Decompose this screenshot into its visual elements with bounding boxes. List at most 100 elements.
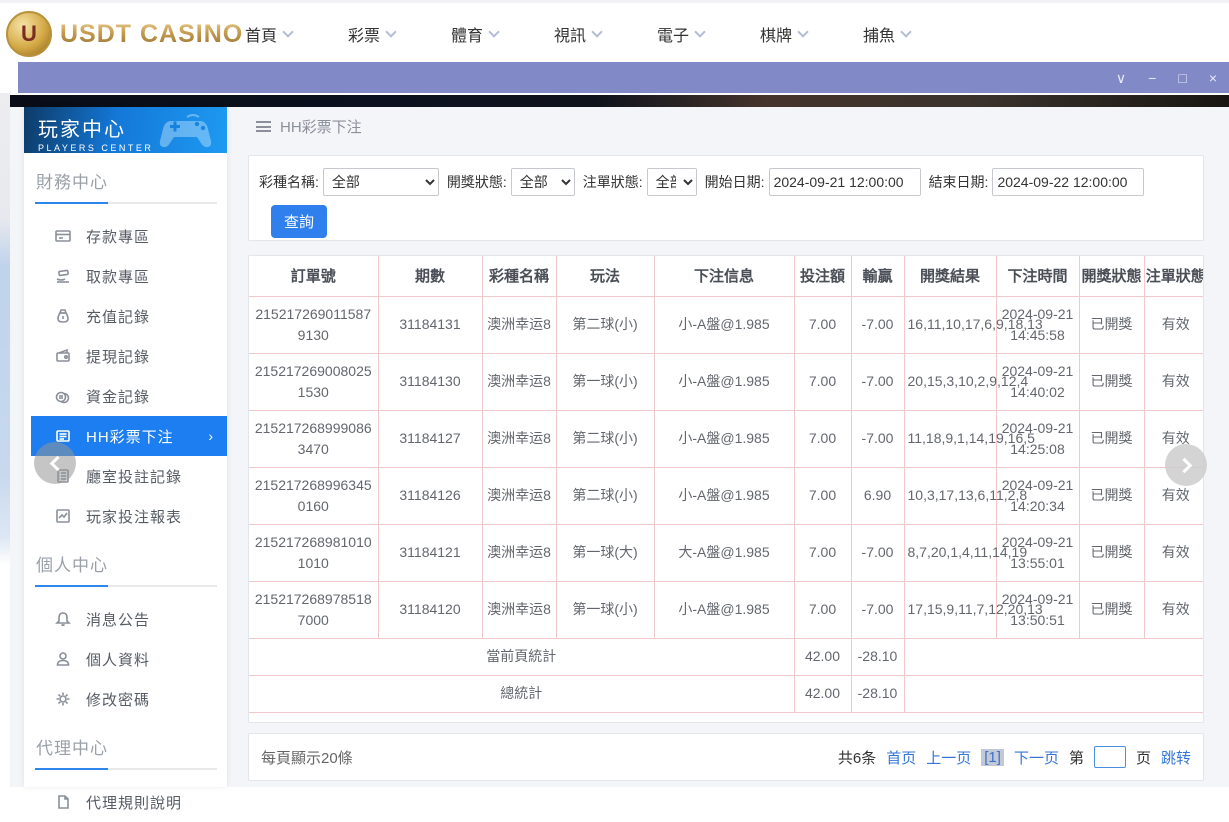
carousel-prev-button[interactable] (34, 442, 76, 484)
gear-icon (54, 691, 71, 708)
carousel-next-button[interactable] (1165, 444, 1207, 486)
page-size-text: 每頁顯示20條 (261, 749, 353, 767)
col-bet-info: 下注信息 (653, 256, 795, 297)
chevron-down-icon (694, 26, 706, 38)
table-row: 2152172689810101010 31184121 澳洲幸运8 第一球(大… (249, 523, 1203, 582)
sidebar-item-recharge-record[interactable]: 充值記錄 (24, 296, 227, 336)
search-button[interactable]: 查詢 (271, 205, 328, 238)
current-page[interactable]: [1] (981, 748, 1004, 766)
menu-icon[interactable] (256, 121, 271, 132)
site-logo[interactable]: U USDT CASINO (6, 11, 243, 57)
cashout-record-icon (54, 348, 71, 365)
window-title-bar: ∨ − □ × (18, 62, 1229, 93)
sidebar-item-funds-record[interactable]: 資金記錄 (24, 376, 227, 416)
nav-item-sports[interactable]: 體育 (451, 22, 554, 46)
nav-item-slots[interactable]: 電子 (657, 22, 760, 46)
table-row: 2152172689785187000 31184120 澳洲幸运8 第一球(小… (249, 580, 1203, 639)
jump-button[interactable]: 跳转 (1161, 747, 1191, 768)
pagination-bar: 每頁顯示20條 共6条 首页 上一页 [1] 下一页 第 页 跳转 (248, 733, 1204, 781)
col-play: 玩法 (555, 256, 655, 297)
sidebar-item-change-password[interactable]: 修改密碼 (24, 679, 227, 719)
breadcrumb: HH彩票下注 (256, 116, 362, 137)
end-date-input[interactable] (992, 168, 1145, 196)
section-title-agent: 代理中心 (36, 739, 108, 758)
chevron-down-icon (797, 26, 809, 38)
col-draw-status: 開獎狀態 (1078, 256, 1145, 297)
sidebar-item-withdraw[interactable]: 取款專區 (24, 256, 227, 296)
start-date-label: 開始日期: (704, 174, 765, 190)
user-icon (54, 651, 71, 668)
table-row: 2152172689990863470 31184127 澳洲幸运8 第二球(小… (249, 409, 1203, 468)
jump-suffix: 页 (1135, 749, 1151, 767)
sidebar-item-player-report[interactable]: 玩家投注報表 (24, 496, 227, 536)
page-jump-input[interactable] (1093, 746, 1126, 768)
col-time: 下注時間 (995, 256, 1080, 297)
table-header-row: 訂單號 期數 彩種名稱 玩法 下注信息 投注額 輸贏 開獎結果 下注時間 開獎狀… (249, 256, 1203, 297)
draw-status-select[interactable]: 全部 (510, 168, 575, 196)
col-period: 期數 (377, 256, 483, 297)
order-status-label: 注單狀態: (582, 174, 643, 190)
start-date-input[interactable] (768, 168, 921, 196)
window-collapse-icon[interactable]: ∨ (1116, 71, 1126, 85)
end-date-label: 結束日期: (928, 174, 989, 190)
deposit-icon (54, 228, 71, 245)
next-page-link[interactable]: 下一页 (1014, 747, 1059, 768)
first-page-link[interactable]: 首页 (886, 747, 916, 768)
site-navbar: U USDT CASINO 首頁 彩票 體育 視訊 電子 棋牌 捕魚 (0, 0, 1229, 62)
nav-item-lottery[interactable]: 彩票 (348, 22, 451, 46)
document-icon (54, 794, 71, 811)
window-maximize-icon[interactable]: □ (1178, 71, 1186, 85)
sidebar-item-cashout-record[interactable]: 提現記錄 (24, 336, 227, 376)
sidebar-item-profile[interactable]: 個人資料 (24, 639, 227, 679)
summary-label: 總統計 (249, 674, 795, 713)
summary-row-current-page: 當前頁統計 42.00 -28.10 (249, 637, 1203, 676)
chevron-down-icon (591, 26, 603, 38)
section-title-finance: 財務中心 (36, 173, 108, 192)
summary-label: 當前頁統計 (249, 637, 795, 676)
table-row: 2152172690080251530 31184130 澳洲幸运8 第一球(小… (249, 352, 1203, 411)
order-status-select[interactable]: 全部 (646, 168, 697, 196)
report-icon (54, 508, 71, 525)
sidebar-item-deposit[interactable]: 存款專區 (24, 216, 227, 256)
col-order: 訂單號 (249, 256, 379, 297)
logo-coin-icon: U (6, 11, 52, 57)
funds-record-icon (54, 388, 71, 405)
col-lottery: 彩種名稱 (481, 256, 557, 297)
col-winloss: 輸贏 (850, 256, 905, 297)
jump-prefix: 第 (1068, 749, 1084, 767)
total-count: 共6条 (837, 749, 877, 767)
prev-page-link[interactable]: 上一页 (926, 747, 971, 768)
background-banner-band (10, 95, 1229, 107)
section-divider (35, 202, 217, 204)
nav-item-live[interactable]: 視訊 (554, 22, 657, 46)
section-title-personal: 個人中心 (36, 556, 108, 575)
filter-panel: 彩種名稱: 全部 開獎狀態: 全部 注單狀態: 全部 開始日期: 結束日期: 查… (248, 155, 1204, 241)
sidebar-item-agent-rules[interactable]: 代理規則說明 (24, 782, 227, 822)
col-order-status: 注單狀態 (1143, 256, 1203, 297)
sidebar-item-announcements[interactable]: 消息公告 (24, 599, 227, 639)
summary-row-total: 總統計 42.00 -28.10 (249, 674, 1203, 713)
window-minimize-icon[interactable]: − (1148, 71, 1156, 85)
col-result: 開獎結果 (903, 256, 997, 297)
nav-item-home[interactable]: 首頁 (245, 22, 348, 46)
sidebar-header: 玩家中心 PLAYERS CENTER (24, 107, 227, 153)
table-row: 2152172689963450160 31184126 澳洲幸运8 第二球(小… (249, 466, 1203, 525)
section-divider (35, 585, 217, 587)
bell-icon (54, 611, 71, 628)
withdraw-icon (54, 268, 71, 285)
chevron-down-icon (900, 26, 912, 38)
lottery-name-select[interactable]: 全部 (322, 168, 439, 196)
chevron-right-icon (1176, 457, 1192, 473)
draw-status-label: 開獎狀態: (446, 174, 507, 190)
bets-table-panel: 訂單號 期數 彩種名稱 玩法 下注信息 投注額 輸贏 開獎結果 下注時間 開獎狀… (248, 255, 1204, 723)
nav-item-cards[interactable]: 棋牌 (760, 22, 863, 46)
chevron-down-icon (385, 26, 397, 38)
bets-table: 訂單號 期數 彩種名稱 玩法 下注信息 投注額 輸贏 開獎結果 下注時間 開獎狀… (249, 256, 1203, 713)
col-amount: 投注額 (793, 256, 852, 297)
gamepad-icon (159, 114, 212, 148)
lottery-name-label: 彩種名稱: (259, 174, 319, 190)
table-row: 2152172690115879130 31184131 澳洲幸运8 第二球(小… (249, 295, 1203, 354)
window-close-icon[interactable]: × (1209, 71, 1217, 85)
nav-item-fishing[interactable]: 捕魚 (863, 22, 966, 46)
chevron-down-icon (282, 26, 294, 38)
